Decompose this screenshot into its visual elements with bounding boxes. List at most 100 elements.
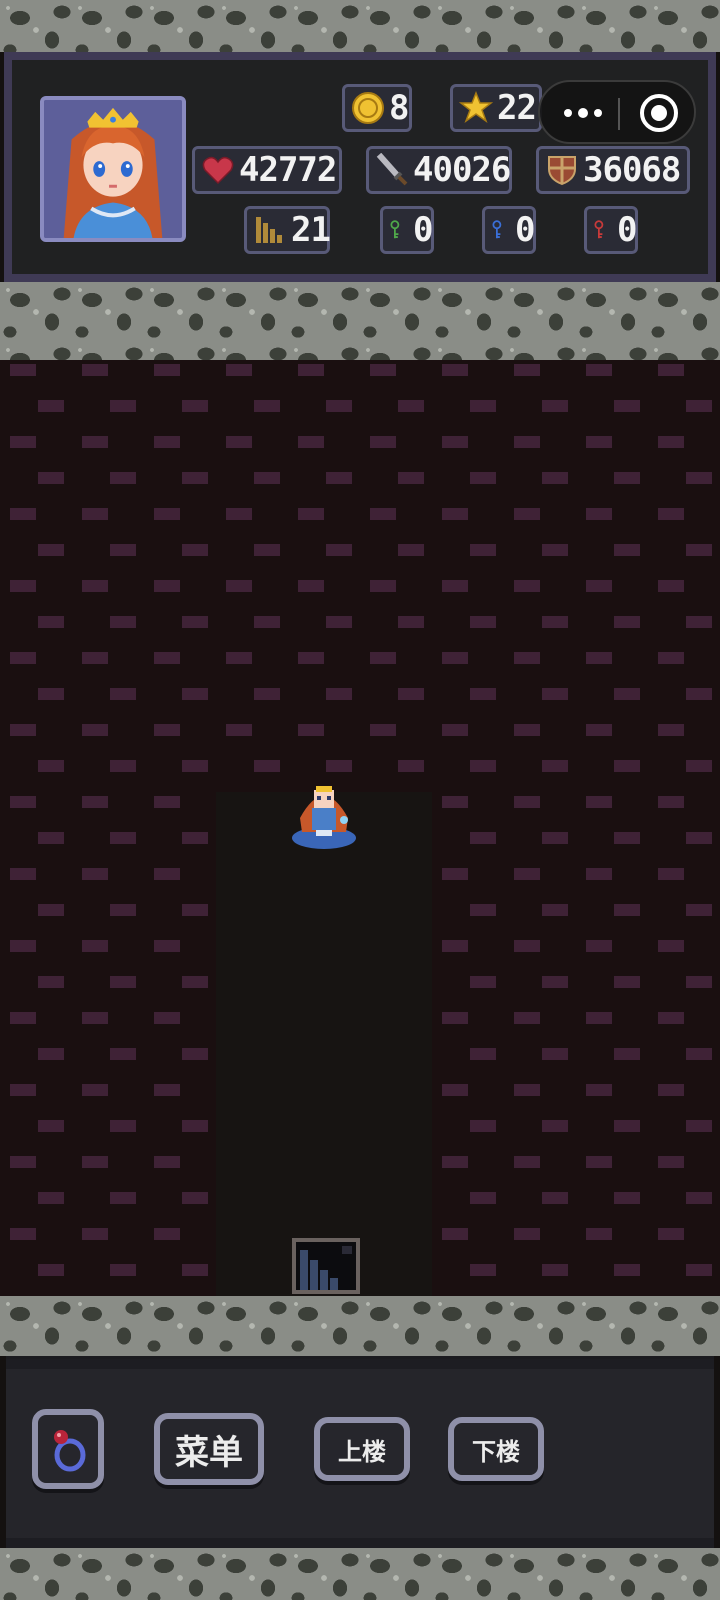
wall-brick <box>442 1084 468 1096</box>
wall-brick <box>182 400 208 412</box>
wall-brick <box>614 1048 640 1060</box>
wall-brick <box>182 904 208 916</box>
wall-brick <box>110 832 136 844</box>
wall-brick <box>398 616 424 628</box>
wall-brick <box>614 1192 640 1204</box>
wall-brick <box>614 1120 640 1132</box>
wall-brick <box>326 544 352 556</box>
wall-brick <box>110 688 136 700</box>
gold-counter: 8 <box>342 84 412 132</box>
green-key-value: 0 <box>413 210 434 250</box>
wall-brick <box>154 796 180 808</box>
shield-icon <box>548 156 576 186</box>
capsule-divider <box>618 98 620 130</box>
wall-brick <box>442 508 468 520</box>
wall-brick <box>398 688 424 700</box>
wall-brick <box>10 1012 36 1024</box>
wall-brick <box>658 580 684 592</box>
wall-brick <box>586 724 612 736</box>
wall-brick <box>586 580 612 592</box>
wall-brick <box>38 544 64 556</box>
wall-brick <box>514 1012 540 1024</box>
wall-brick <box>298 580 324 592</box>
menu-button[interactable]: 菜单 <box>154 1413 264 1485</box>
wall-brick <box>442 436 468 448</box>
wall-brick <box>370 508 396 520</box>
wall-brick <box>470 1048 496 1060</box>
wall-brick <box>82 580 108 592</box>
wall-brick <box>10 724 36 736</box>
wall-brick <box>470 976 496 988</box>
wall-brick <box>470 832 496 844</box>
wall-brick <box>254 544 280 556</box>
wall-brick <box>154 1156 180 1168</box>
wall-brick <box>686 400 712 412</box>
wall-brick <box>110 760 136 772</box>
wall-brick <box>542 688 568 700</box>
star-value: 22 <box>497 88 537 128</box>
ring-icon <box>54 1430 86 1472</box>
wall-brick <box>10 580 36 592</box>
stairs-down-tile[interactable] <box>292 1238 360 1294</box>
wall-brick <box>686 1264 712 1276</box>
wall-brick <box>38 616 64 628</box>
more-options-icon[interactable] <box>558 88 608 138</box>
red-key-counter: 0 <box>584 206 638 254</box>
wall-brick <box>10 1156 36 1168</box>
wall-brick <box>38 688 64 700</box>
wall-brick <box>686 760 712 772</box>
hp-stat: 42772 <box>192 146 342 194</box>
wall-brick <box>298 508 324 520</box>
wall-brick <box>542 472 568 484</box>
wall-brick <box>10 796 36 808</box>
wall-brick <box>686 544 712 556</box>
wall-brick <box>298 364 324 376</box>
wall-brick <box>182 760 208 772</box>
wall-brick <box>442 724 468 736</box>
floor-corridor <box>216 792 432 1296</box>
wall-brick <box>686 472 712 484</box>
wall-brick <box>542 976 568 988</box>
wall-brick <box>686 688 712 700</box>
wall-brick <box>514 1228 540 1240</box>
go-downstairs-button[interactable]: 下楼 <box>448 1417 544 1481</box>
coin-icon <box>352 92 384 124</box>
wall-brick <box>182 1120 208 1132</box>
wall-brick <box>226 724 252 736</box>
floor-value: 21 <box>291 210 331 250</box>
wall-brick <box>182 1264 208 1276</box>
item-ring-button[interactable] <box>32 1409 104 1489</box>
attack-value: 40026 <box>413 150 511 190</box>
wall-brick <box>226 508 252 520</box>
dungeon-map[interactable] <box>0 360 720 1296</box>
wall-brick <box>586 1084 612 1096</box>
wall-brick <box>470 472 496 484</box>
wall-brick <box>110 904 136 916</box>
wall-brick <box>38 1048 64 1060</box>
wall-brick <box>470 616 496 628</box>
hero-sprite[interactable] <box>286 778 362 850</box>
sword-icon <box>376 153 408 186</box>
wall-brick <box>542 1120 568 1132</box>
wall-brick <box>370 364 396 376</box>
wall-brick <box>658 1228 684 1240</box>
wall-brick <box>10 868 36 880</box>
wall-brick <box>586 508 612 520</box>
attack-stat: 40026 <box>366 146 512 194</box>
defense-value: 36068 <box>583 150 681 190</box>
wall-brick <box>470 1120 496 1132</box>
wall-brick <box>182 544 208 556</box>
wall-brick <box>514 364 540 376</box>
wall-brick <box>326 472 352 484</box>
wall-brick <box>154 652 180 664</box>
stone-wall-upper <box>0 282 720 360</box>
wall-brick <box>82 940 108 952</box>
wall-brick <box>370 436 396 448</box>
wall-brick <box>614 616 640 628</box>
go-upstairs-button[interactable]: 上楼 <box>314 1417 410 1481</box>
wall-brick <box>658 868 684 880</box>
close-target-icon[interactable] <box>640 94 678 132</box>
wall-brick <box>10 940 36 952</box>
wall-brick <box>254 400 280 412</box>
wall-brick <box>470 1264 496 1276</box>
